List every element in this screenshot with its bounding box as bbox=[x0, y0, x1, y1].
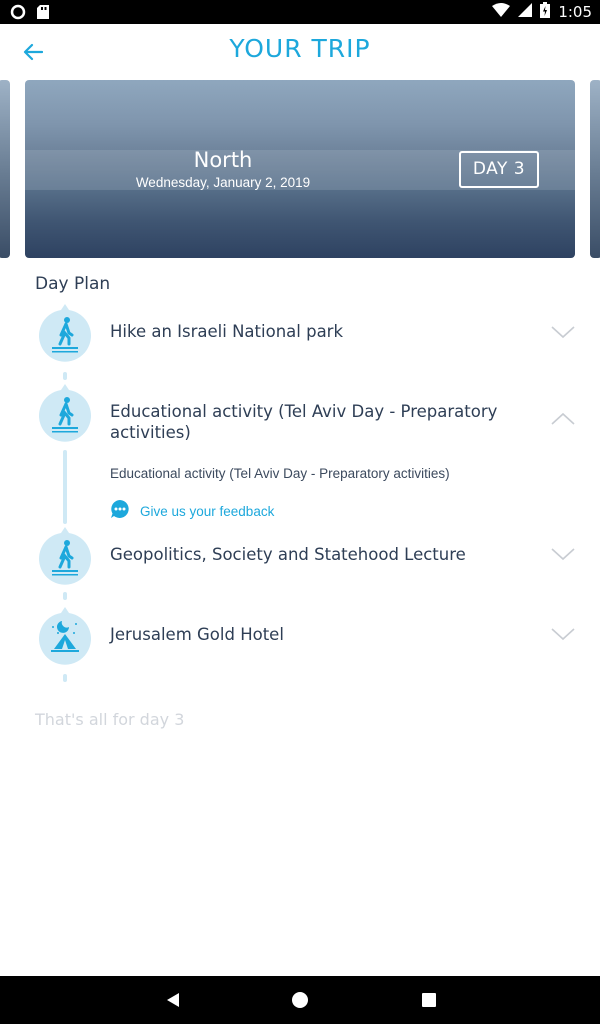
plan-item-title: Educational activity (Tel Aviv Day - Pre… bbox=[110, 402, 498, 442]
plan-item[interactable]: Jerusalem Gold Hotel bbox=[36, 607, 576, 669]
day-region: North bbox=[193, 148, 253, 172]
tent-night-icon bbox=[36, 607, 94, 669]
plan-item[interactable]: Hike an Israeli National park bbox=[36, 304, 576, 366]
wifi-icon bbox=[492, 3, 511, 21]
plan-item[interactable]: Educational activity (Tel Aviv Day - Pre… bbox=[36, 384, 576, 450]
plan-item-detail: Educational activity (Tel Aviv Day - Pre… bbox=[110, 466, 450, 481]
feedback-label: Give us your feedback bbox=[140, 504, 275, 519]
status-time: 1:05 bbox=[558, 3, 592, 21]
system-nav-bar bbox=[0, 976, 600, 1024]
timeline-dot bbox=[63, 592, 67, 600]
nav-back-button[interactable] bbox=[164, 990, 184, 1010]
nav-home-button[interactable] bbox=[290, 990, 310, 1010]
plan-item-title: Hike an Israeli National park bbox=[110, 322, 344, 341]
timeline-connector bbox=[63, 450, 67, 524]
chevron-up-icon[interactable] bbox=[550, 411, 576, 427]
circle-home-icon bbox=[292, 992, 308, 1008]
plan-item-title: Jerusalem Gold Hotel bbox=[110, 625, 284, 644]
timeline-dot bbox=[63, 674, 67, 682]
chevron-down-icon[interactable] bbox=[550, 324, 576, 340]
hiker-icon bbox=[36, 527, 94, 589]
square-recents-icon bbox=[422, 993, 436, 1007]
sd-card-icon bbox=[36, 4, 50, 25]
hiker-icon bbox=[36, 304, 94, 366]
previous-day-card[interactable] bbox=[0, 80, 10, 258]
timeline-dot bbox=[63, 372, 67, 380]
feedback-link[interactable]: Give us your feedback bbox=[110, 499, 274, 524]
day-badge: DAY 3 bbox=[459, 151, 539, 188]
notification-circle-icon bbox=[10, 4, 26, 25]
next-day-card[interactable] bbox=[590, 80, 600, 258]
plan-item[interactable]: Geopolitics, Society and Statehood Lectu… bbox=[36, 527, 576, 589]
battery-icon bbox=[540, 2, 551, 22]
chevron-down-icon[interactable] bbox=[550, 626, 576, 642]
plan-item-title: Geopolitics, Society and Statehood Lectu… bbox=[110, 545, 466, 564]
app-header: YOUR TRIP bbox=[0, 24, 600, 80]
signal-icon bbox=[518, 3, 533, 21]
chat-bubble-icon bbox=[110, 499, 130, 524]
day-date: Wednesday, January 2, 2019 bbox=[135, 175, 311, 190]
chevron-down-icon[interactable] bbox=[550, 546, 576, 562]
day-plan-heading: Day Plan bbox=[35, 274, 111, 294]
day-card[interactable]: North Wednesday, January 2, 2019 DAY 3 bbox=[25, 80, 575, 258]
end-of-day-note: That's all for day 3 bbox=[35, 710, 185, 729]
page-title: YOUR TRIP bbox=[229, 34, 371, 63]
hiker-icon bbox=[36, 384, 94, 446]
nav-recents-button[interactable] bbox=[419, 990, 439, 1010]
status-bar: 1:05 bbox=[0, 0, 600, 24]
triangle-back-icon bbox=[167, 993, 179, 1007]
day-carousel[interactable]: North Wednesday, January 2, 2019 DAY 3 bbox=[0, 80, 600, 260]
